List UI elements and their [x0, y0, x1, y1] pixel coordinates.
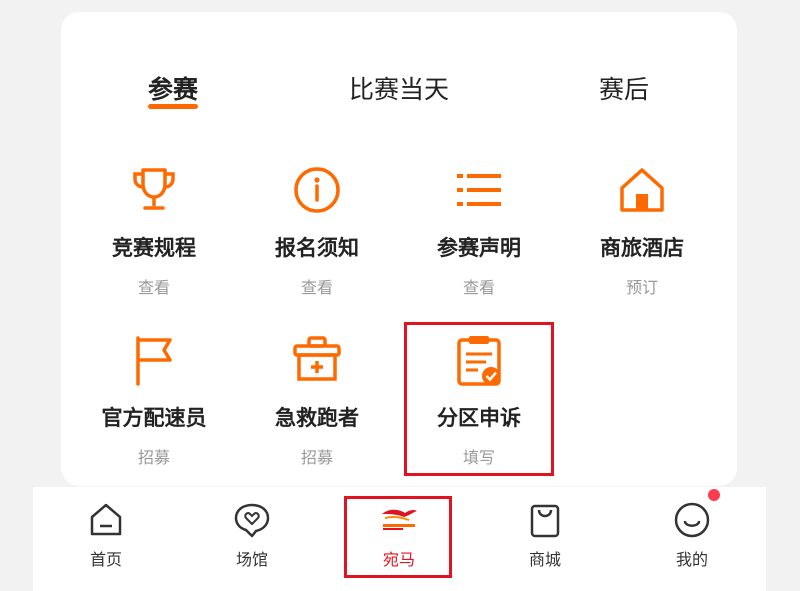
- trophy-icon: [133, 168, 175, 210]
- first-aid-kit-icon: [293, 336, 341, 381]
- grid-item-subtitle: 招募: [137, 448, 170, 467]
- grid-item-subtitle: 查看: [462, 278, 495, 297]
- grid-item-hotel[interactable]: 商旅酒店 预订: [567, 162, 717, 298]
- grid-item-participation-statement[interactable]: 参赛声明 查看: [404, 162, 554, 298]
- tab-race-day[interactable]: 比赛当天: [349, 70, 449, 106]
- tabbar-item-mine[interactable]: 我的: [632, 487, 752, 570]
- tabbar-item-home[interactable]: 首页: [46, 487, 166, 570]
- grid-item-registration-notice[interactable]: 报名须知 查看: [242, 162, 392, 298]
- grid-item-title: 急救跑者: [275, 406, 359, 430]
- tabbar-label: 商城: [528, 550, 561, 569]
- grid-item-title: 商旅酒店: [600, 236, 684, 260]
- zone-appeal-highlight-box: [404, 322, 554, 476]
- grid-item-official-pacer[interactable]: 官方配速员 招募: [79, 332, 229, 468]
- grid-item-title: 竞赛规程: [112, 236, 196, 260]
- tabbar-item-mall[interactable]: 商城: [485, 487, 605, 570]
- grid-item-title: 报名须知: [275, 236, 359, 260]
- grid-item-subtitle: 预订: [625, 278, 658, 297]
- tabbar-item-venue[interactable]: 场馆: [192, 487, 312, 570]
- home-outline-icon: [90, 503, 122, 536]
- notification-badge: [708, 489, 720, 501]
- info-icon: [294, 167, 340, 213]
- grid-item-subtitle: 招募: [300, 448, 333, 467]
- services-card: 参赛 比赛当天 赛后 竞赛规程 查看 报名须知 查看 参赛声明 查看 商旅酒店 …: [61, 12, 737, 486]
- grid-item-subtitle: 查看: [300, 278, 333, 297]
- list-icon: [457, 174, 501, 206]
- grid-item-first-aid-runner[interactable]: 急救跑者 招募: [242, 332, 392, 468]
- smiley-face-icon: [674, 502, 710, 538]
- wanma-tab-highlight-box: [344, 496, 452, 578]
- tab-participation[interactable]: 参赛: [148, 70, 198, 106]
- venue-heart-icon: [234, 503, 270, 538]
- flag-icon: [136, 336, 172, 386]
- tabbar-label: 首页: [89, 550, 122, 569]
- tabbar-label: 我的: [675, 550, 708, 569]
- grid-item-title: 参赛声明: [437, 236, 521, 260]
- shopping-bag-icon: [530, 504, 560, 538]
- home-icon: [620, 168, 664, 212]
- active-tab-underline: [148, 104, 198, 109]
- grid-item-subtitle: 查看: [137, 278, 170, 297]
- tab-post-race[interactable]: 赛后: [599, 70, 649, 106]
- grid-item-title: 官方配速员: [101, 406, 207, 430]
- grid-item-race-rules[interactable]: 竞赛规程 查看: [79, 162, 229, 298]
- stage-tabs: 参赛 比赛当天 赛后: [61, 12, 737, 122]
- tabbar-label: 场馆: [235, 550, 268, 569]
